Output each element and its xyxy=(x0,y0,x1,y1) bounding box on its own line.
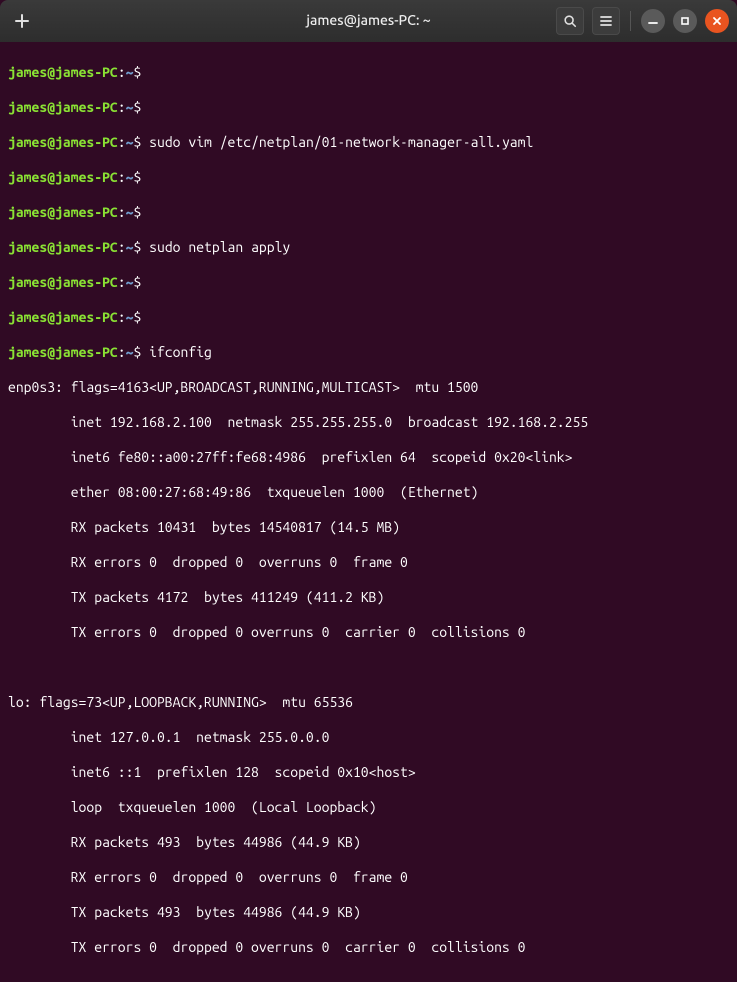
command-text: ifconfig xyxy=(149,344,212,360)
prompt-dollar: $ xyxy=(133,344,141,360)
menu-button[interactable] xyxy=(592,7,620,35)
output-line: RX packets 493 bytes 44986 (44.9 KB) xyxy=(8,834,729,852)
prompt-user: james xyxy=(8,64,47,80)
output-blank xyxy=(8,659,729,677)
prompt-at: @ xyxy=(47,169,55,185)
prompt-at: @ xyxy=(47,134,55,150)
prompt-line: james@james-PC:~$ xyxy=(8,204,729,222)
close-button[interactable] xyxy=(705,9,729,33)
prompt-user: james xyxy=(8,309,47,325)
prompt-colon: : xyxy=(118,204,126,220)
prompt-colon: : xyxy=(118,274,126,290)
close-icon xyxy=(711,15,723,27)
prompt-line: james@james-PC:~$ sudo netplan apply xyxy=(8,239,729,257)
prompt-colon: : xyxy=(118,309,126,325)
prompt-dollar: $ xyxy=(133,99,141,115)
prompt-at: @ xyxy=(47,239,55,255)
prompt-at: @ xyxy=(47,99,55,115)
output-line: RX packets 10431 bytes 14540817 (14.5 MB… xyxy=(8,519,729,537)
prompt-user: james xyxy=(8,169,47,185)
prompt-user: james xyxy=(8,239,47,255)
output-line: ether 08:00:27:68:49:86 txqueuelen 1000 … xyxy=(8,484,729,502)
prompt-dollar: $ xyxy=(133,309,141,325)
prompt-colon: : xyxy=(118,134,126,150)
maximize-button[interactable] xyxy=(673,9,697,33)
output-line: loop txqueuelen 1000 (Local Loopback) xyxy=(8,799,729,817)
plus-icon xyxy=(15,14,29,28)
prompt-user: james xyxy=(8,204,47,220)
prompt-user: james xyxy=(8,134,47,150)
prompt-host: james-PC xyxy=(55,64,118,80)
output-line: inet 127.0.0.1 netmask 255.0.0.0 xyxy=(8,729,729,747)
prompt-line: james@james-PC:~$ xyxy=(8,309,729,327)
prompt-dollar: $ xyxy=(133,169,141,185)
titlebar-left xyxy=(8,7,36,35)
prompt-dollar: $ xyxy=(133,239,141,255)
prompt-dollar: $ xyxy=(133,64,141,80)
output-line: TX errors 0 dropped 0 overruns 0 carrier… xyxy=(8,624,729,642)
output-line: inet 192.168.2.100 netmask 255.255.255.0… xyxy=(8,414,729,432)
prompt-colon: : xyxy=(118,99,126,115)
titlebar-right xyxy=(556,7,729,35)
minimize-icon xyxy=(647,15,659,27)
prompt-host: james-PC xyxy=(55,169,118,185)
output-line: RX errors 0 dropped 0 overruns 0 frame 0 xyxy=(8,869,729,887)
prompt-colon: : xyxy=(118,344,126,360)
prompt-user: james xyxy=(8,99,47,115)
hamburger-icon xyxy=(599,14,613,28)
maximize-icon xyxy=(679,15,691,27)
prompt-line: james@james-PC:~$ xyxy=(8,169,729,187)
prompt-user: james xyxy=(8,274,47,290)
prompt-host: james-PC xyxy=(55,99,118,115)
prompt-host: james-PC xyxy=(55,274,118,290)
prompt-dollar: $ xyxy=(133,274,141,290)
terminal-area[interactable]: james@james-PC:~$ james@james-PC:~$ jame… xyxy=(0,42,737,982)
prompt-line: james@james-PC:~$ xyxy=(8,99,729,117)
output-line: enp0s3: flags=4163<UP,BROADCAST,RUNNING,… xyxy=(8,379,729,397)
prompt-colon: : xyxy=(118,169,126,185)
prompt-dollar: $ xyxy=(133,134,141,150)
prompt-at: @ xyxy=(47,274,55,290)
prompt-host: james-PC xyxy=(55,309,118,325)
prompt-at: @ xyxy=(47,309,55,325)
prompt-dollar: $ xyxy=(133,204,141,220)
search-button[interactable] xyxy=(556,7,584,35)
prompt-host: james-PC xyxy=(55,344,118,360)
prompt-line: james@james-PC:~$ xyxy=(8,274,729,292)
prompt-line: james@james-PC:~$ sudo vim /etc/netplan/… xyxy=(8,134,729,152)
prompt-at: @ xyxy=(47,64,55,80)
output-line: inet6 fe80::a00:27ff:fe68:4986 prefixlen… xyxy=(8,449,729,467)
command-text: sudo netplan apply xyxy=(149,239,290,255)
output-line: inet6 ::1 prefixlen 128 scopeid 0x10<hos… xyxy=(8,764,729,782)
titlebar-divider xyxy=(630,11,631,31)
minimize-button[interactable] xyxy=(641,9,665,33)
prompt-at: @ xyxy=(47,204,55,220)
prompt-line: james@james-PC:~$ ifconfig xyxy=(8,344,729,362)
command-text: sudo vim /etc/netplan/01-network-manager… xyxy=(149,134,533,150)
output-line: TX packets 4172 bytes 411249 (411.2 KB) xyxy=(8,589,729,607)
prompt-at: @ xyxy=(47,344,55,360)
output-line: TX packets 493 bytes 44986 (44.9 KB) xyxy=(8,904,729,922)
prompt-host: james-PC xyxy=(55,204,118,220)
titlebar: james@james-PC: ~ xyxy=(0,0,737,42)
prompt-user: james xyxy=(8,344,47,360)
new-tab-button[interactable] xyxy=(8,7,36,35)
search-icon xyxy=(563,14,577,28)
output-line: TX errors 0 dropped 0 overruns 0 carrier… xyxy=(8,939,729,957)
prompt-colon: : xyxy=(118,239,126,255)
prompt-colon: : xyxy=(118,64,126,80)
output-line: RX errors 0 dropped 0 overruns 0 frame 0 xyxy=(8,554,729,572)
prompt-host: james-PC xyxy=(55,134,118,150)
output-line: lo: flags=73<UP,LOOPBACK,RUNNING> mtu 65… xyxy=(8,694,729,712)
prompt-host: james-PC xyxy=(55,239,118,255)
prompt-line: james@james-PC:~$ xyxy=(8,64,729,82)
